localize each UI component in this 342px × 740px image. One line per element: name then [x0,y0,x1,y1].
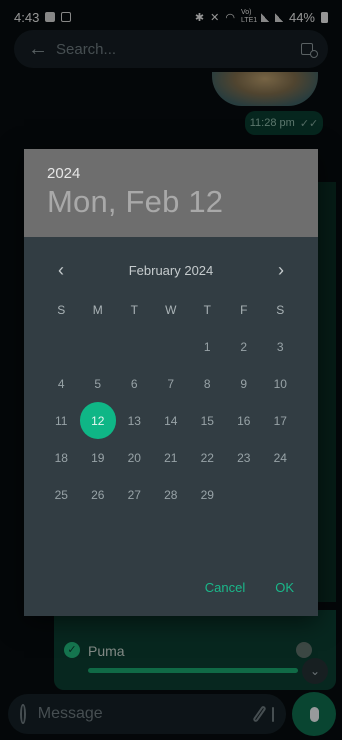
weekday-label: F [240,302,248,317]
calendar-day[interactable]: 19 [80,439,117,476]
calendar-day[interactable]: 26 [80,476,117,513]
selected-year[interactable]: 2024 [47,165,295,182]
calendar-day[interactable]: 25 [43,476,80,513]
calendar-day[interactable]: 21 [153,439,190,476]
calendar-day[interactable]: 2 [226,328,263,365]
calendar-day[interactable]: 28 [153,476,190,513]
calendar-day[interactable]: 5 [80,365,117,402]
next-month-icon[interactable]: › [268,257,294,283]
calendar-day[interactable]: 6 [116,365,153,402]
calendar-week-row: 4 5 6 7 8 9 10 [24,365,318,402]
calendar-day[interactable]: 1 [189,328,226,365]
calendar-day[interactable]: 3 [262,328,299,365]
dialog-actions: Cancel OK [195,568,318,606]
calendar-week-row: 11 12 13 14 15 16 17 [24,402,318,439]
weekday-label: T [130,302,138,317]
calendar-day[interactable]: 8 [189,365,226,402]
calendar-day[interactable]: 23 [226,439,263,476]
empty-day [226,476,263,513]
weekday-header-row: SMTWTFS [24,291,318,328]
calendar-day[interactable]: 24 [262,439,299,476]
weekday-label: T [203,302,211,317]
cancel-button[interactable]: Cancel [195,574,255,601]
empty-day [262,476,299,513]
calendar-day[interactable]: 22 [189,439,226,476]
weekday-label: M [92,302,103,317]
weekday-label: W [165,302,177,317]
calendar-day[interactable]: 27 [116,476,153,513]
calendar-week-row: 18 19 20 21 22 23 24 [24,439,318,476]
selected-date[interactable]: Mon, Feb 12 [47,184,295,220]
calendar-day[interactable]: 20 [116,439,153,476]
date-picker-dialog: 2024 Mon, Feb 12 ‹ February 2024 › SMTWT… [24,149,318,616]
previous-month-icon[interactable]: ‹ [48,257,74,283]
calendar-day[interactable]: 11 [43,402,80,439]
empty-day [80,328,117,365]
weekday-label: S [57,302,66,317]
calendar-day[interactable]: 7 [153,365,190,402]
ok-button[interactable]: OK [265,574,304,601]
calendar-day[interactable]: 14 [153,402,190,439]
calendar-day[interactable]: 4 [43,365,80,402]
calendar-day[interactable]: 17 [262,402,299,439]
calendar-week-row: 123 [24,328,318,365]
date-picker-header: 2024 Mon, Feb 12 [24,149,318,237]
calendar-day[interactable]: 10 [262,365,299,402]
calendar-day[interactable]: 18 [43,439,80,476]
calendar-week-row: 25 26 27 28 29 [24,476,318,513]
empty-day [43,328,80,365]
calendar-day[interactable]: 16 [226,402,263,439]
empty-day [153,328,190,365]
weekday-label: S [276,302,285,317]
calendar-day[interactable]: 13 [116,402,153,439]
month-navigation: ‹ February 2024 › [24,249,318,291]
selected-day[interactable]: 12 [79,402,116,439]
calendar-day[interactable]: 9 [226,365,263,402]
empty-day [116,328,153,365]
month-label: February 2024 [128,262,214,278]
calendar-grid: S M T W T F S 1 2 3 4 5 6 7 8 9 10 11 12 13 14 15 16 17 18 19 20 21… [24,291,318,513]
calendar-day[interactable]: 15 [189,402,226,439]
calendar-day[interactable]: 29 [189,476,226,513]
